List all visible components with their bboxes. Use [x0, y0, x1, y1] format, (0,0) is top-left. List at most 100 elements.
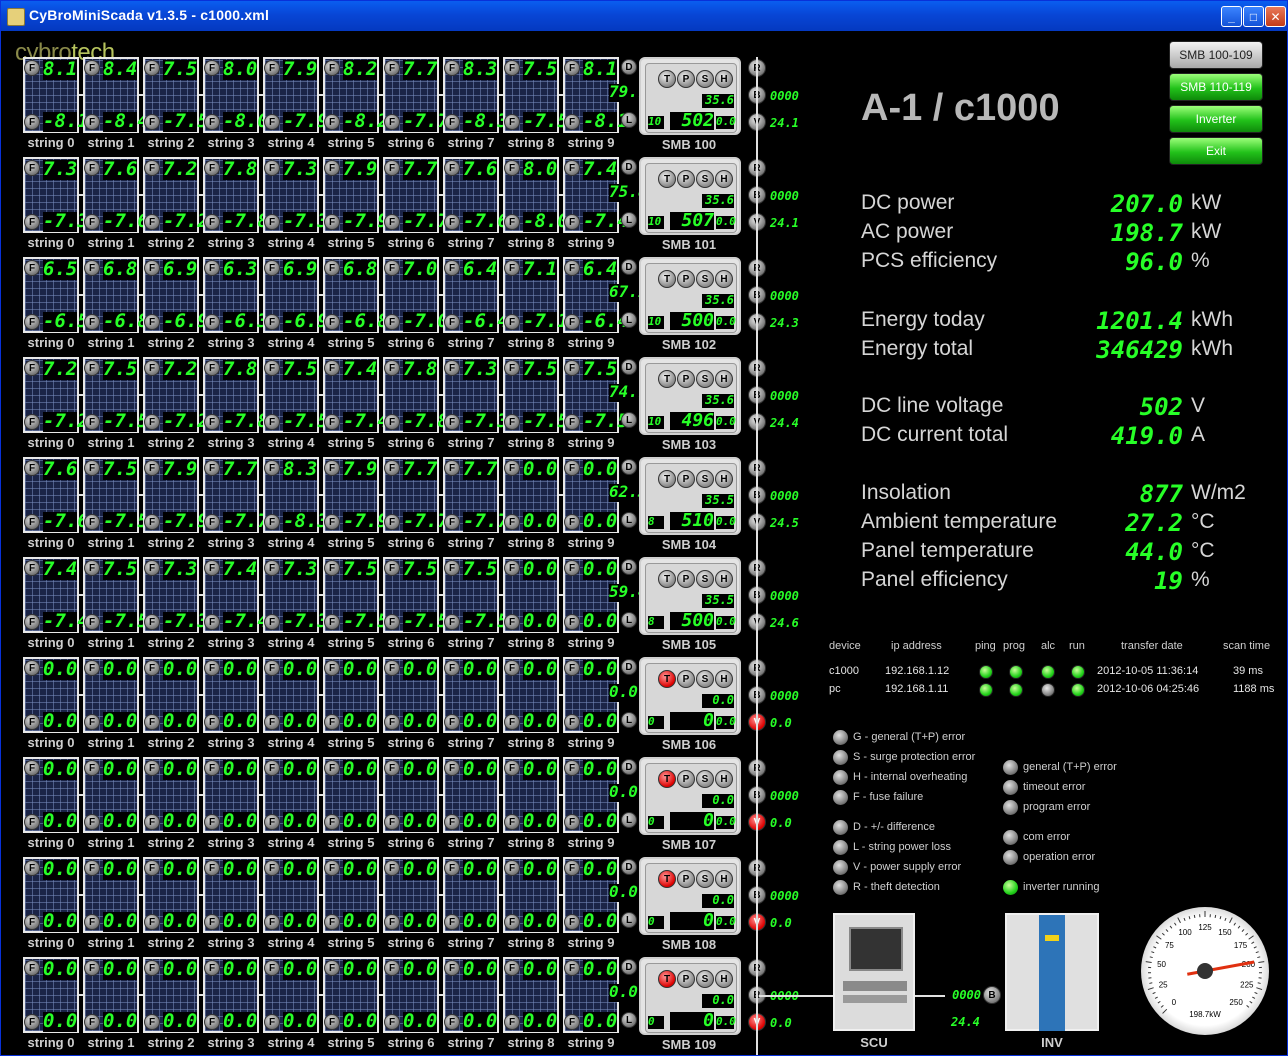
- title-bar[interactable]: CyBroMiniScada v1.3.5 - c1000.xml _ □ ✕: [1, 1, 1287, 31]
- smb-p-button[interactable]: P: [677, 470, 695, 488]
- pv-panel[interactable]: F 7.8 F -7.8: [203, 157, 269, 233]
- smb-t-button[interactable]: T: [658, 770, 676, 788]
- pv-panel[interactable]: F 7.5 F -7.5: [83, 457, 149, 533]
- pv-panel[interactable]: F 7.7 F -7.7: [383, 57, 449, 133]
- smb-h-button[interactable]: H: [715, 370, 733, 388]
- pv-panel[interactable]: F 7.7 F -7.7: [383, 457, 449, 533]
- pv-panel[interactable]: F 0.0 F 0.0: [83, 657, 139, 733]
- pv-panel[interactable]: F 7.9 F -7.9: [323, 457, 389, 533]
- smb-box[interactable]: T P S H 0.0 0 0 0.0: [639, 657, 741, 735]
- smb-h-button[interactable]: H: [715, 570, 733, 588]
- pv-panel[interactable]: F 0.0 F 0.0: [83, 857, 139, 933]
- smb-p-button[interactable]: P: [677, 570, 695, 588]
- pv-panel[interactable]: F 0.0 F 0.0: [443, 657, 499, 733]
- pv-panel[interactable]: F 0.0 F 0.0: [143, 857, 199, 933]
- pv-panel[interactable]: F 0.0 F 0.0: [263, 957, 319, 1033]
- smb-box[interactable]: T P S H 0.0 0 0 0.0: [639, 957, 741, 1035]
- pv-panel[interactable]: F 0.0 F 0.0: [203, 957, 259, 1033]
- pv-panel[interactable]: F 7.6 F -7.6: [443, 157, 509, 233]
- pv-panel[interactable]: F 7.8 F -7.8: [383, 357, 449, 433]
- smb-110-119-button[interactable]: SMB 110-119: [1169, 73, 1263, 101]
- smb-t-button[interactable]: T: [658, 970, 676, 988]
- smb-s-button[interactable]: S: [696, 170, 714, 188]
- pv-panel[interactable]: F 0.0 F 0.0: [503, 557, 559, 633]
- pv-panel[interactable]: F 6.4 F -6.4: [443, 257, 509, 333]
- pv-panel[interactable]: F 7.5 F -7.5: [83, 357, 149, 433]
- pv-panel[interactable]: F 0.0 F 0.0: [503, 857, 559, 933]
- smb-p-button[interactable]: P: [677, 370, 695, 388]
- pv-panel[interactable]: F 7.3 F -7.3: [443, 357, 509, 433]
- pv-panel[interactable]: F 0.0 F 0.0: [383, 857, 439, 933]
- pv-panel[interactable]: F 7.3 F -7.3: [143, 557, 209, 633]
- smb-h-button[interactable]: H: [715, 870, 733, 888]
- pv-panel[interactable]: F 0.0 F 0.0: [23, 857, 79, 933]
- pv-panel[interactable]: F 7.3 F -7.3: [263, 557, 329, 633]
- pv-panel[interactable]: F 8.0 F -8.0: [503, 157, 569, 233]
- pv-panel[interactable]: F 7.7 F -7.7: [443, 457, 509, 533]
- smb-h-button[interactable]: H: [715, 970, 733, 988]
- pv-panel[interactable]: F 7.3 F -7.3: [263, 157, 329, 233]
- smb-p-button[interactable]: P: [677, 870, 695, 888]
- pv-panel[interactable]: F 7.8 F -7.8: [203, 357, 269, 433]
- pv-panel[interactable]: F 7.5 F -7.5: [143, 57, 209, 133]
- smb-box[interactable]: T P S H 35.6 10 500 0.0: [639, 257, 741, 335]
- maximize-button[interactable]: □: [1243, 6, 1264, 27]
- pv-panel[interactable]: F 0.0 F 0.0: [23, 657, 79, 733]
- pv-panel[interactable]: F 0.0 F 0.0: [203, 657, 259, 733]
- pv-panel[interactable]: F 8.2 F -8.2: [323, 57, 389, 133]
- smb-p-button[interactable]: P: [677, 770, 695, 788]
- smb-t-button[interactable]: T: [658, 270, 676, 288]
- inverter-cabinet[interactable]: [1005, 913, 1099, 1031]
- pv-panel[interactable]: F 0.0 F 0.0: [443, 857, 499, 933]
- smb-s-button[interactable]: S: [696, 970, 714, 988]
- smb-s-button[interactable]: S: [696, 70, 714, 88]
- pv-panel[interactable]: F 0.0 F 0.0: [383, 657, 439, 733]
- smb-box[interactable]: T P S H 35.5 8 510 0.0: [639, 457, 741, 535]
- smb-t-button[interactable]: T: [658, 70, 676, 88]
- close-button[interactable]: ✕: [1265, 6, 1286, 27]
- pv-panel[interactable]: F 0.0 F 0.0: [323, 757, 379, 833]
- pv-panel[interactable]: F 0.0 F 0.0: [143, 757, 199, 833]
- smb-h-button[interactable]: H: [715, 70, 733, 88]
- pv-panel[interactable]: F 7.6 F -7.6: [23, 457, 89, 533]
- pv-panel[interactable]: F 0.0 F 0.0: [443, 757, 499, 833]
- smb-s-button[interactable]: S: [696, 270, 714, 288]
- smb-100-109-button[interactable]: SMB 100-109: [1169, 41, 1263, 69]
- pv-panel[interactable]: F 6.9 F -6.9: [263, 257, 329, 333]
- smb-s-button[interactable]: S: [696, 370, 714, 388]
- pv-panel[interactable]: F 0.0 F 0.0: [263, 657, 319, 733]
- pv-panel[interactable]: F 0.0 F 0.0: [203, 757, 259, 833]
- pv-panel[interactable]: F 0.0 F 0.0: [143, 957, 199, 1033]
- smb-h-button[interactable]: H: [715, 770, 733, 788]
- pv-panel[interactable]: F 7.5 F -7.5: [383, 557, 449, 633]
- pv-panel[interactable]: F 7.4 F -7.4: [23, 557, 89, 633]
- pv-panel[interactable]: F 7.0 F -7.0: [383, 257, 449, 333]
- pv-panel[interactable]: F 7.3 F -7.3: [23, 157, 89, 233]
- pv-panel[interactable]: F 7.9 F -7.9: [143, 457, 209, 533]
- smb-t-button[interactable]: T: [658, 170, 676, 188]
- pv-panel[interactable]: F 7.9 F -7.9: [323, 157, 389, 233]
- pv-panel[interactable]: F 6.9 F -6.9: [143, 257, 209, 333]
- pv-panel[interactable]: F 8.1 F -8.1: [23, 57, 89, 133]
- pv-panel[interactable]: F 0.0 F 0.0: [383, 957, 439, 1033]
- pv-panel[interactable]: F 8.3 F -8.3: [443, 57, 509, 133]
- pv-panel[interactable]: F 0.0 F 0.0: [263, 757, 319, 833]
- pv-panel[interactable]: F 0.0 F 0.0: [323, 957, 379, 1033]
- pv-panel[interactable]: F 0.0 F 0.0: [443, 957, 499, 1033]
- smb-p-button[interactable]: P: [677, 970, 695, 988]
- smb-t-button[interactable]: T: [658, 470, 676, 488]
- pv-panel[interactable]: F 7.7 F -7.7: [383, 157, 449, 233]
- smb-box[interactable]: T P S H 35.6 10 507 0.0: [639, 157, 741, 235]
- pv-panel[interactable]: F 7.2 F -7.2: [23, 357, 89, 433]
- pv-panel[interactable]: F 0.0 F 0.0: [383, 757, 439, 833]
- smb-s-button[interactable]: S: [696, 470, 714, 488]
- smb-h-button[interactable]: H: [715, 270, 733, 288]
- pv-panel[interactable]: F 7.4 F -7.4: [203, 557, 269, 633]
- smb-h-button[interactable]: H: [715, 670, 733, 688]
- pv-panel[interactable]: F 7.5 F -7.5: [323, 557, 389, 633]
- smb-s-button[interactable]: S: [696, 870, 714, 888]
- smb-t-button[interactable]: T: [658, 670, 676, 688]
- smb-box[interactable]: T P S H 35.6 10 496 0.0: [639, 357, 741, 435]
- pv-panel[interactable]: F 0.0 F 0.0: [143, 657, 199, 733]
- pv-panel[interactable]: F 0.0 F 0.0: [263, 857, 319, 933]
